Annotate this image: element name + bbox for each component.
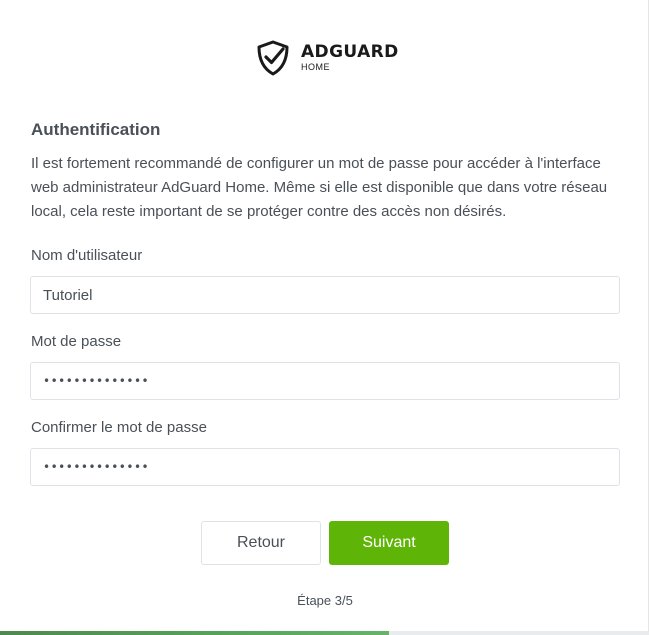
shield-check-icon <box>257 40 289 76</box>
adguard-logo: ADGUARD HOME <box>255 40 399 76</box>
logo-subtitle: HOME <box>301 62 330 72</box>
setup-card: ADGUARD HOME Authentification Il est for… <box>0 0 649 635</box>
username-field[interactable] <box>30 276 620 314</box>
confirm-password-field[interactable] <box>30 448 620 486</box>
username-label: Nom d'utilisateur <box>31 247 143 264</box>
next-button[interactable]: Suivant <box>329 521 449 565</box>
progress-bar <box>0 631 649 635</box>
confirm-password-label: Confirmer le mot de passe <box>31 419 207 436</box>
progress-fill <box>0 631 390 635</box>
step-indicator: Étape 3/5 <box>297 593 353 608</box>
page-title: Authentification <box>31 120 161 139</box>
description-text: Il est fortement recommandé de configure… <box>31 155 608 220</box>
back-button[interactable]: Retour <box>201 521 321 565</box>
logo-name: ADGUARD <box>301 42 399 62</box>
password-label: Mot de passe <box>31 333 122 350</box>
password-field[interactable] <box>30 362 620 400</box>
